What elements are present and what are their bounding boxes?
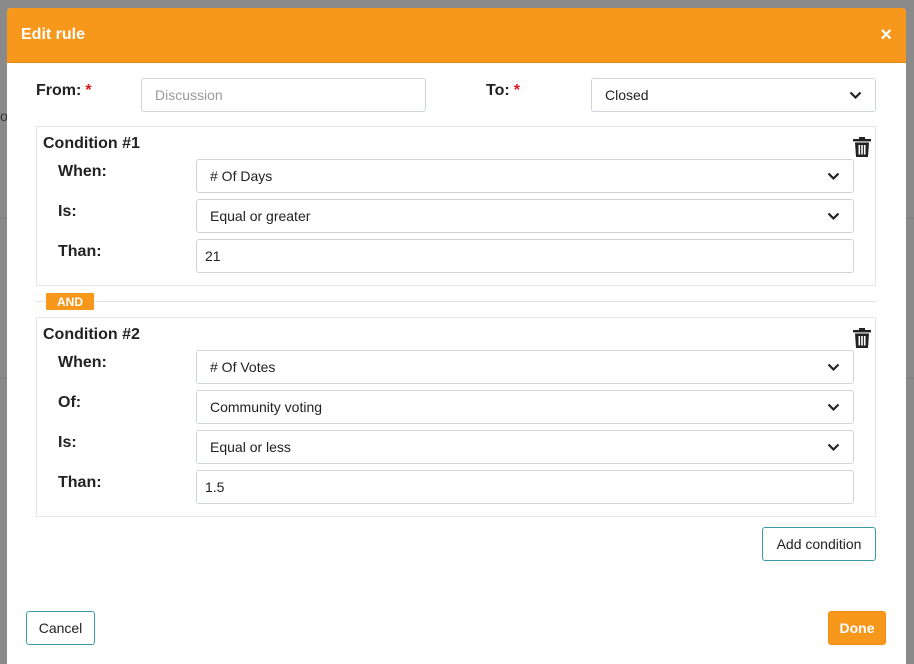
chevron-down-icon [826,169,840,183]
than-input[interactable]: 21 [196,239,854,273]
chevron-down-icon [826,360,840,374]
than-input-value: 1.5 [205,479,225,495]
required-marker: * [85,82,92,99]
add-condition-button[interactable]: Add condition [762,527,876,561]
than-input[interactable]: 1.5 [196,470,854,504]
required-marker: * [513,82,520,99]
than-label: Than: [58,474,102,491]
cancel-button[interactable]: Cancel [26,611,95,645]
modal-header: Edit rule × [7,8,906,63]
when-label: When: [58,354,107,371]
is-label: Is: [58,434,77,451]
chevron-down-icon [826,209,840,223]
when-select[interactable]: # Of Votes [196,350,854,384]
modal-title: Edit rule [21,26,86,43]
edit-rule-modal: Edit rule × From: * Discussion To: * Close… [7,8,906,664]
to-select-value: Closed [605,87,649,103]
from-label: From: * [36,82,92,100]
is-select-value: Equal or greater [210,208,311,224]
is-select[interactable]: Equal or less [196,430,854,464]
of-select-value: Community voting [210,399,323,415]
to-label-text: To: [486,82,510,99]
than-input-value: 21 [205,248,221,264]
is-select-value: Equal or less [210,439,291,455]
condition-title: Condition #1 [43,135,140,152]
done-button[interactable]: Done [828,611,886,645]
when-select[interactable]: # Of Days [196,159,854,193]
condition-card: Condition #1 When: # Of Days Is: Equal o… [36,126,876,286]
trash-icon[interactable] [853,137,871,157]
from-field[interactable]: Discussion [141,78,426,112]
trash-icon[interactable] [853,328,871,348]
when-select-value: # Of Days [210,168,273,184]
when-select-value: # Of Votes [210,359,276,375]
and-divider [36,301,876,302]
condition-title: Condition #2 [43,326,140,343]
and-badge: AND [46,293,94,310]
than-label: Than: [58,243,102,260]
close-icon[interactable]: × [880,25,892,45]
from-label-text: From: [36,82,82,99]
chevron-down-icon [826,440,840,454]
is-label: Is: [58,203,77,220]
chevron-down-icon [826,400,840,414]
to-select[interactable]: Closed [591,78,876,112]
when-label: When: [58,163,107,180]
is-select[interactable]: Equal or greater [196,199,854,233]
condition-card: Condition #2 When: # Of Votes Of: Commun… [36,317,876,517]
chevron-down-icon [848,88,862,102]
from-field-placeholder: Discussion [155,87,223,103]
of-label: Of: [58,394,82,411]
to-label: To: * [486,82,520,100]
of-select[interactable]: Community voting [196,390,854,424]
